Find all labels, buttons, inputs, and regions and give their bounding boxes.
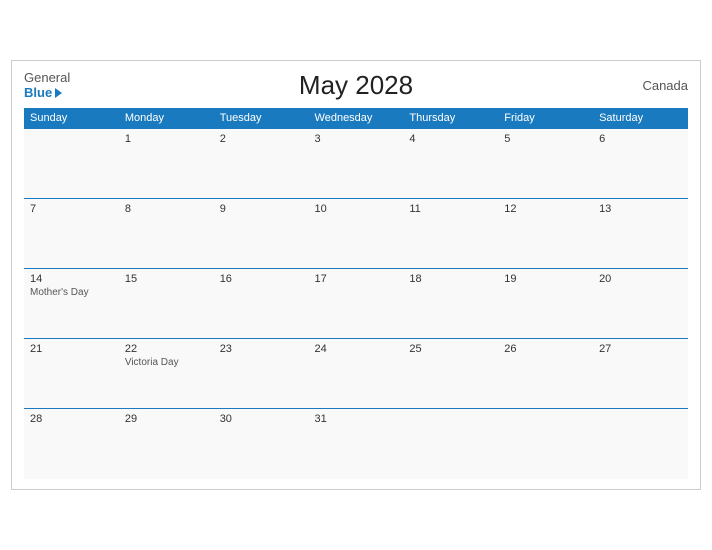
calendar-cell: 10 (309, 199, 404, 269)
day-number: 15 (125, 273, 208, 285)
day-number: 7 (30, 203, 113, 215)
calendar-cell: 24 (309, 339, 404, 409)
week-row-2: 14 Mother's Day 15 16 17 18 19 20 (24, 269, 688, 339)
day-number: 12 (504, 203, 587, 215)
calendar-cell (403, 409, 498, 479)
calendar-cell: 16 (214, 269, 309, 339)
day-number: 5 (504, 133, 587, 145)
weekday-header-thursday: Thursday (403, 108, 498, 129)
weekday-header-saturday: Saturday (593, 108, 688, 129)
calendar-cell: 31 (309, 409, 404, 479)
calendar-title: May 2028 (299, 70, 413, 101)
weekday-header-row: SundayMondayTuesdayWednesdayThursdayFrid… (24, 108, 688, 129)
day-event: Victoria Day (125, 357, 208, 368)
calendar-cell: 15 (119, 269, 214, 339)
calendar-cell: 5 (498, 129, 593, 199)
calendar-cell: 23 (214, 339, 309, 409)
calendar-cell: 14 Mother's Day (24, 269, 119, 339)
day-number: 11 (409, 203, 492, 215)
calendar-cell: 19 (498, 269, 593, 339)
calendar-cell: 20 (593, 269, 688, 339)
calendar-cell (24, 129, 119, 199)
day-number: 2 (220, 133, 303, 145)
day-number: 4 (409, 133, 492, 145)
day-number: 27 (599, 343, 682, 355)
day-number: 31 (315, 413, 398, 425)
week-row-3: 21 22 Victoria Day 23 24 25 26 27 (24, 339, 688, 409)
calendar-cell: 11 (403, 199, 498, 269)
weekday-header-wednesday: Wednesday (309, 108, 404, 129)
day-number: 13 (599, 203, 682, 215)
calendar-table: SundayMondayTuesdayWednesdayThursdayFrid… (24, 108, 688, 479)
day-number: 16 (220, 273, 303, 285)
calendar-cell: 9 (214, 199, 309, 269)
weekday-header-tuesday: Tuesday (214, 108, 309, 129)
day-number: 20 (599, 273, 682, 285)
day-number: 10 (315, 203, 398, 215)
logo-general-text: General (24, 71, 70, 85)
calendar-cell: 27 (593, 339, 688, 409)
day-number: 24 (315, 343, 398, 355)
calendar-cell: 3 (309, 129, 404, 199)
calendar-cell: 2 (214, 129, 309, 199)
day-number: 21 (30, 343, 113, 355)
day-number: 30 (220, 413, 303, 425)
day-number: 26 (504, 343, 587, 355)
weekday-header-monday: Monday (119, 108, 214, 129)
calendar-header: General Blue May 2028 Canada (24, 71, 688, 100)
calendar-cell: 22 Victoria Day (119, 339, 214, 409)
week-row-4: 28 29 30 31 (24, 409, 688, 479)
day-number: 1 (125, 133, 208, 145)
calendar-cell: 21 (24, 339, 119, 409)
day-number: 19 (504, 273, 587, 285)
calendar-cell: 17 (309, 269, 404, 339)
day-number: 14 (30, 273, 113, 285)
calendar-cell: 4 (403, 129, 498, 199)
day-number: 8 (125, 203, 208, 215)
calendar-cell (593, 409, 688, 479)
logo-blue-text: Blue (24, 86, 70, 100)
day-event: Mother's Day (30, 287, 113, 298)
calendar-cell: 6 (593, 129, 688, 199)
calendar-cell: 12 (498, 199, 593, 269)
calendar-cell (498, 409, 593, 479)
calendar-cell: 30 (214, 409, 309, 479)
calendar-country: Canada (642, 78, 688, 93)
day-number: 3 (315, 133, 398, 145)
day-number: 28 (30, 413, 113, 425)
week-row-1: 789 10 11 12 13 (24, 199, 688, 269)
day-number: 25 (409, 343, 492, 355)
calendar-cell: 26 (498, 339, 593, 409)
weekday-header-friday: Friday (498, 108, 593, 129)
calendar-cell: 13 (593, 199, 688, 269)
calendar-cell: 28 (24, 409, 119, 479)
calendar-cell: 7 (24, 199, 119, 269)
calendar-cell: 18 (403, 269, 498, 339)
calendar-cell: 1 (119, 129, 214, 199)
day-number: 17 (315, 273, 398, 285)
logo: General Blue (24, 71, 70, 100)
day-number: 18 (409, 273, 492, 285)
calendar-cell: 8 (119, 199, 214, 269)
day-number: 23 (220, 343, 303, 355)
logo-triangle-icon (55, 88, 62, 98)
day-number: 9 (220, 203, 303, 215)
calendar-container: General Blue May 2028 Canada SundayMonda… (11, 60, 701, 489)
day-number: 29 (125, 413, 208, 425)
day-number: 22 (125, 343, 208, 355)
calendar-cell: 29 (119, 409, 214, 479)
calendar-cell: 25 (403, 339, 498, 409)
day-number: 6 (599, 133, 682, 145)
week-row-0: 123456 (24, 129, 688, 199)
weekday-header-sunday: Sunday (24, 108, 119, 129)
